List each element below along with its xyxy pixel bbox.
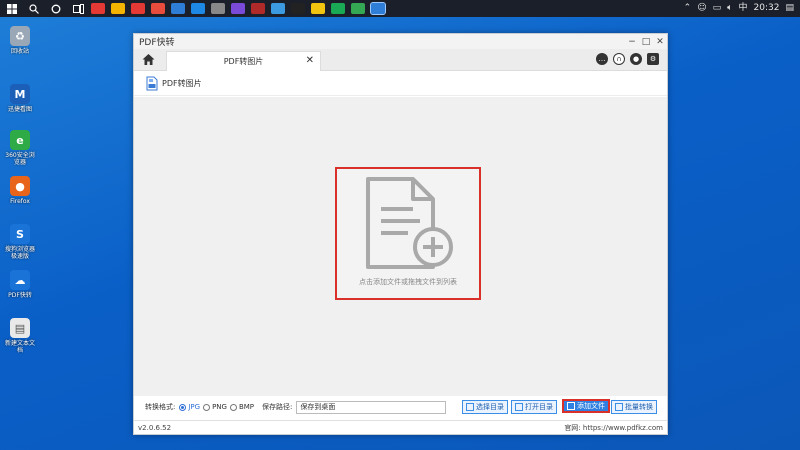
desktop-icon-label: 迅捷看图 [7,106,32,113]
notification-icon[interactable]: ▤ [785,0,794,17]
task-view-icon[interactable] [70,2,86,15]
window-titlebar[interactable]: PDF快转 − □ ✕ [134,34,667,49]
desktop-icon[interactable]: e 360安全浏览器 [4,130,36,166]
radio-dot[interactable] [229,403,237,411]
desktop-icon[interactable]: ☁ PDF快转 [4,270,36,299]
chevron-up-icon[interactable]: ⌃ [684,0,692,17]
version-label: v2.0.6.52 [138,423,172,432]
taskbar-app-icon[interactable] [291,3,305,14]
chat-icon[interactable]: … [596,53,608,65]
close-button[interactable]: ✕ [653,34,667,49]
taskbar-app-icon[interactable] [131,3,145,14]
save-path-field[interactable] [296,400,447,414]
desktop-app-icon: ● [10,176,30,196]
format-radio-group: JPG PNG BMP [179,403,254,411]
desktop-icon-label: 360安全浏览器 [5,152,35,166]
format-option-label: JPG [188,403,201,411]
format-radio-jpg[interactable]: JPG [179,403,200,411]
choose-directory-button[interactable]: 选择目录 [462,400,508,414]
home-icon[interactable] [142,53,155,66]
taskbar-app-icon[interactable] [311,3,325,14]
convert-icon [615,403,623,411]
file-list-area[interactable]: 点击添加文件或拖拽文件到列表 [134,97,667,396]
clock[interactable]: 20:32 [754,0,780,17]
gear-icon[interactable]: ⚙ [647,53,659,65]
desktop-icon-label: PDF快转 [8,292,32,299]
volume-icon[interactable]: 🔈︎ [727,0,732,17]
add-file-button[interactable]: 添加文件 [562,399,610,413]
desktop-app-icon: ☁ [10,270,30,290]
folder-open-icon [515,403,523,411]
desktop-icon[interactable]: ▤ 新建文本文档 [4,318,36,354]
format-option-label: PNG [212,403,227,411]
network-icon[interactable]: ▭ [713,0,722,17]
pdf-image-icon [146,76,158,90]
taskbar-app-icon[interactable] [271,3,285,14]
desktop-icon[interactable]: ♻ 回收站 [4,26,36,55]
language-indicator[interactable]: 中 [739,0,748,17]
open-directory-button[interactable]: 打开目录 [511,400,557,414]
pdf-app-window: PDF快转 − □ ✕ PDF转图片 ✕ … ∩ ● ⚙ PDF转图片 点击添加… [133,33,668,435]
taskbar-app-icon[interactable] [370,2,386,15]
save-path-label: 保存路径: [262,403,293,411]
headset-support-icon[interactable]: ∩ [613,53,625,65]
taskbar-app-icon[interactable] [351,3,365,14]
desktop-app-icon: ▤ [10,318,30,338]
taskbar-app-icon[interactable] [231,3,245,14]
window-title: PDF快转 [139,38,175,48]
taskbar-pinned-apps [88,2,388,15]
plus-icon [567,402,575,410]
desktop-icon[interactable]: S 搜狗浏览器极速版 [4,224,36,260]
taskbar-app-icon[interactable] [111,3,125,14]
section-header: PDF转图片 [134,71,667,96]
taskbar-app-icon[interactable] [171,3,185,14]
format-label: 转换格式: [145,403,176,411]
desktop-icon-label: 新建文本文档 [4,340,35,354]
cortana-icon[interactable] [48,2,64,15]
taskbar-app-icon[interactable] [211,3,225,14]
maximize-button[interactable]: □ [639,34,653,49]
desktop-app-icon: M [10,84,30,104]
desktop-icon[interactable]: M 迅捷看图 [4,84,36,113]
batch-convert-button[interactable]: 批量转换 [611,400,657,414]
format-option-label: BMP [238,403,255,411]
user-icon[interactable]: ● [630,53,642,65]
desktop-app-icon: e [10,130,30,150]
section-title: PDF转图片 [162,78,202,88]
windows-start-icon[interactable] [4,2,20,15]
radio-dot[interactable] [179,403,187,411]
tab-close-icon[interactable]: ✕ [306,55,314,66]
status-bar: v2.0.6.52 官网: https://www.pdfkz.com [134,420,667,434]
system-tray: ⌃ ☺ ▭ 🔈︎ 中 20:32 ▤ [684,0,794,17]
format-radio-png[interactable]: PNG [203,403,227,411]
people-icon[interactable]: ☺ [697,0,706,17]
taskbar-app-icon[interactable] [151,3,165,14]
tab-pdf-to-image[interactable]: PDF转图片 ✕ [166,51,321,71]
desktop-app-icon: ♻ [10,26,30,46]
dropzone-hint: 点击添加文件或拖拽文件到列表 [359,278,457,286]
website-link[interactable]: 官网: https://www.pdfkz.com [564,423,663,433]
add-file-dropzone[interactable]: 点击添加文件或拖拽文件到列表 [335,167,481,300]
tab-label: PDF转图片 [223,57,264,66]
desktop-app-icon: S [10,224,30,244]
taskbar-app-icon[interactable] [191,3,205,14]
desktop-icon[interactable]: ● Firefox [4,176,36,205]
folder-icon [466,403,474,411]
options-bar: 转换格式: JPG PNG BMP 保存路径: 选择目录 打开目录 添加文件 批量转… [134,396,667,418]
radio-dot[interactable] [203,403,211,411]
add-document-icon [366,177,453,269]
tab-bar: PDF转图片 ✕ … ∩ ● ⚙ [134,49,667,71]
search-icon[interactable] [26,2,42,15]
taskbar-app-icon[interactable] [331,3,345,14]
desktop-icon-label: 回收站 [10,48,29,55]
desktop-icon-label: 搜狗浏览器极速版 [4,246,35,260]
taskbar: ⌃ ☺ ▭ 🔈︎ 中 20:32 ▤ [0,0,800,17]
taskbar-app-icon[interactable] [251,3,265,14]
desktop-icon-label: Firefox [10,198,30,205]
minimize-button[interactable]: − [625,34,639,49]
format-radio-bmp[interactable]: BMP [229,403,255,411]
taskbar-app-icon[interactable] [91,3,105,14]
header-toolbar: … ∩ ● ⚙ [596,53,659,65]
